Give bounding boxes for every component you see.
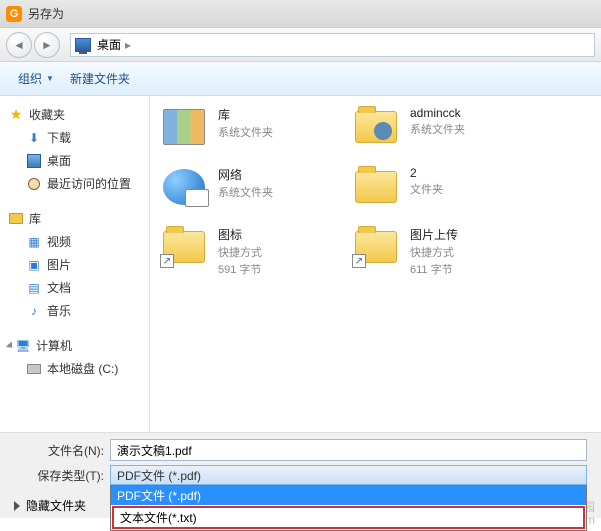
forward-button[interactable]: ►: [34, 32, 60, 58]
item-sub: 系统文件夹: [218, 124, 273, 140]
item-sub: 快捷方式: [410, 244, 458, 260]
save-form: 文件名(N): 保存类型(T): PDF文件 (*.pdf) PDF文件 (*.…: [0, 432, 601, 493]
star-icon: ★: [8, 107, 24, 123]
location-text: 桌面: [97, 36, 121, 53]
desktop-icon: [26, 153, 42, 169]
computer-icon: 🖥: [15, 338, 31, 354]
video-icon: ▦: [26, 234, 42, 250]
sidebar: ★ 收藏夹 ⬇ 下载 桌面 最近访问的位置 库 ▦ 视频: [0, 96, 150, 432]
breadcrumb-arrow[interactable]: ▸: [125, 38, 131, 52]
new-folder-button[interactable]: 新建文件夹: [62, 66, 138, 91]
filetype-dropdown: PDF文件 (*.pdf) 文本文件(*.txt): [110, 485, 587, 531]
document-icon: ▤: [26, 280, 42, 296]
sidebar-item-label: 桌面: [47, 152, 71, 169]
sidebar-libraries: 库 ▦ 视频 ▣ 图片 ▤ 文档 ♪ 音乐: [4, 208, 145, 321]
item-sub: 系统文件夹: [410, 121, 465, 137]
sidebar-item-disk-c[interactable]: 本地磁盘 (C:): [4, 358, 145, 379]
item-sub: 文件夹: [410, 181, 443, 197]
filetype-label: 保存类型(T):: [14, 467, 104, 484]
main-area: ★ 收藏夹 ⬇ 下载 桌面 最近访问的位置 库 ▦ 视频: [0, 96, 601, 432]
list-item[interactable]: 库 系统文件夹: [160, 106, 352, 148]
sidebar-item-documents[interactable]: ▤ 文档: [4, 277, 145, 298]
sidebar-header-favorites[interactable]: ★ 收藏夹: [4, 104, 145, 125]
sidebar-favorites: ★ 收藏夹 ⬇ 下载 桌面 最近访问的位置: [4, 104, 145, 194]
sidebar-item-pictures[interactable]: ▣ 图片: [4, 254, 145, 275]
filetype-option-pdf[interactable]: PDF文件 (*.pdf): [111, 486, 586, 505]
picture-icon: ▣: [26, 257, 42, 273]
filetype-combo[interactable]: PDF文件 (*.pdf) PDF文件 (*.pdf) 文本文件(*.txt): [110, 465, 587, 485]
sidebar-item-recent[interactable]: 最近访问的位置: [4, 173, 145, 194]
toolbar: 组织 ▼ 新建文件夹: [0, 62, 601, 96]
expand-icon[interactable]: [14, 501, 20, 511]
item-name: 图标: [218, 226, 262, 243]
item-name: 网络: [218, 166, 273, 183]
item-sub2: 611 字节: [410, 261, 458, 277]
list-item[interactable]: 网络 系统文件夹: [160, 166, 352, 208]
filetype-selected[interactable]: PDF文件 (*.pdf): [110, 465, 587, 485]
app-icon: G: [6, 6, 22, 22]
list-item[interactable]: 2 文件夹: [352, 166, 544, 208]
chevron-down-icon: ▼: [46, 74, 54, 83]
sidebar-item-downloads[interactable]: ⬇ 下载: [4, 127, 145, 148]
computer-label: 计算机: [36, 337, 72, 354]
hide-folders-label[interactable]: 隐藏文件夹: [26, 497, 86, 514]
item-sub: 系统文件夹: [218, 184, 273, 200]
item-name: 库: [218, 106, 273, 123]
disk-icon: [26, 361, 42, 377]
sidebar-item-label: 最近访问的位置: [47, 175, 131, 192]
network-icon: [160, 166, 208, 208]
library-icon: [8, 211, 24, 227]
sidebar-item-videos[interactable]: ▦ 视频: [4, 231, 145, 252]
sidebar-header-libraries[interactable]: 库: [4, 208, 145, 229]
list-item[interactable]: ↗ 图片上传 快捷方式 611 字节: [352, 226, 544, 277]
library-icon: [160, 106, 208, 148]
sidebar-item-label: 图片: [47, 256, 71, 273]
filename-input[interactable]: [110, 439, 587, 461]
music-icon: ♪: [26, 303, 42, 319]
titlebar: G 另存为: [0, 0, 601, 28]
new-folder-label: 新建文件夹: [70, 70, 130, 87]
item-name: 2: [410, 166, 443, 180]
nav-row: ◄ ► 桌面 ▸: [0, 28, 601, 62]
sidebar-computer: 🖥 计算机 本地磁盘 (C:): [4, 335, 145, 379]
file-list[interactable]: 库 系统文件夹 admincck 系统文件夹 网络 系统文件夹 2 文件夹: [150, 96, 601, 432]
sidebar-item-label: 视频: [47, 233, 71, 250]
item-sub2: 591 字节: [218, 261, 262, 277]
sidebar-item-music[interactable]: ♪ 音乐: [4, 300, 145, 321]
sidebar-header-computer[interactable]: 🖥 计算机: [4, 335, 145, 356]
filetype-option-txt[interactable]: 文本文件(*.txt): [112, 506, 585, 529]
filename-label: 文件名(N):: [14, 442, 104, 459]
item-sub: 快捷方式: [218, 244, 262, 260]
user-folder-icon: [352, 106, 400, 148]
address-bar[interactable]: 桌面 ▸: [70, 33, 595, 57]
back-button[interactable]: ◄: [6, 32, 32, 58]
item-name: admincck: [410, 106, 465, 120]
organize-label: 组织: [18, 70, 42, 87]
item-name: 图片上传: [410, 226, 458, 243]
shortcut-icon: ↗: [352, 226, 400, 268]
favorites-label: 收藏夹: [29, 106, 65, 123]
desktop-icon: [75, 38, 91, 52]
list-item[interactable]: ↗ 图标 快捷方式 591 字节: [160, 226, 352, 277]
window-title: 另存为: [28, 5, 64, 22]
organize-button[interactable]: 组织 ▼: [10, 66, 62, 91]
shortcut-icon: ↗: [160, 226, 208, 268]
download-icon: ⬇: [26, 130, 42, 146]
sidebar-item-label: 下载: [47, 129, 71, 146]
expand-icon[interactable]: [6, 341, 15, 350]
folder-icon: [352, 166, 400, 208]
libraries-label: 库: [29, 210, 41, 227]
sidebar-item-label: 音乐: [47, 302, 71, 319]
recent-icon: [26, 176, 42, 192]
sidebar-item-label: 文档: [47, 279, 71, 296]
sidebar-item-label: 本地磁盘 (C:): [47, 360, 118, 377]
list-item[interactable]: admincck 系统文件夹: [352, 106, 544, 148]
sidebar-item-desktop[interactable]: 桌面: [4, 150, 145, 171]
